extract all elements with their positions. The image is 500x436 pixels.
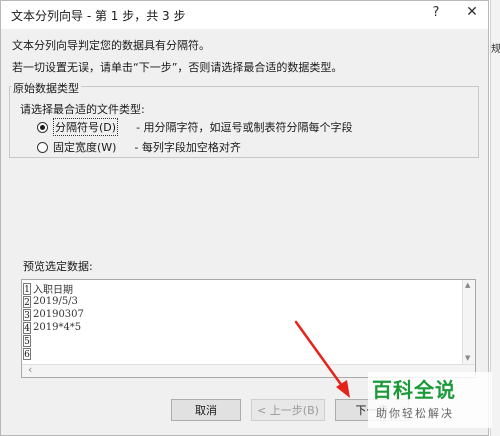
- row-number: 1: [23, 282, 31, 295]
- preview-vertical-scrollbar[interactable]: ▲ ▼: [462, 280, 475, 366]
- preview-row: 4 2019*4*5: [22, 321, 81, 334]
- fixed-width-option[interactable]: 固定宽度(W) - 每列字段加空格对齐: [37, 139, 241, 155]
- dialog-title: 文本分列向导 - 第 1 步，共 3 步: [11, 9, 186, 23]
- preview-row: 2 2019/5/3: [22, 295, 78, 308]
- delimited-description: - 用分隔字符，如逗号或制表符分隔每个字段: [136, 121, 353, 134]
- radio-button-checked[interactable]: [37, 121, 48, 133]
- preview-pane[interactable]: 1 入职日期 2 2019/5/3 3 20190307 4 2019*4*5 …: [21, 279, 476, 378]
- watermark-title: 百科全说: [372, 378, 456, 402]
- close-button[interactable]: ✕: [463, 4, 481, 22]
- back-button[interactable]: < 上一步(B): [251, 399, 325, 421]
- scroll-up-icon[interactable]: ▲: [465, 281, 470, 289]
- row-text: 2019/5/3: [33, 296, 78, 307]
- watermark: 百科全说 助你轻松解决: [368, 372, 492, 428]
- fixed-width-description: - 每列字段加空格对齐: [134, 141, 241, 154]
- scroll-down-icon[interactable]: ▼: [465, 354, 470, 362]
- radio-button-unchecked[interactable]: [37, 141, 48, 153]
- preview-row: 6: [22, 347, 33, 360]
- dialog-titlebar: 文本分列向导 - 第 1 步，共 3 步 ? ✕: [1, 1, 488, 29]
- row-number: 2: [23, 295, 31, 308]
- text-to-columns-dialog: 文本分列向导 - 第 1 步，共 3 步 ? ✕ 文本分列向导判定您的数据具有分…: [0, 0, 489, 436]
- spreadsheet-background: 规: [490, 0, 500, 436]
- row-number: 3: [23, 308, 31, 321]
- preview-row: 1 入职日期: [22, 282, 73, 296]
- delimited-option[interactable]: 分隔符号(D) - 用分隔字符，如逗号或制表符分隔每个字段: [37, 118, 353, 136]
- help-button[interactable]: ?: [427, 5, 445, 23]
- row-text: 入职日期: [33, 285, 73, 296]
- row-number: 5: [23, 334, 31, 347]
- preview-label: 预览选定数据:: [23, 260, 93, 273]
- wizard-description-line1: 文本分列向导判定您的数据具有分隔符。: [12, 39, 210, 52]
- fixed-width-label[interactable]: 固定宽度(W): [53, 139, 116, 155]
- row-text: 2019*4*5: [33, 322, 82, 333]
- column-header-glyph: 规: [491, 44, 500, 55]
- row-number: 4: [23, 321, 31, 334]
- file-type-prompt: 请选择最合适的文件类型:: [20, 103, 145, 116]
- wizard-description-line2: 若一切设置无误，请单击“下一步”，否则请选择最合适的数据类型。: [12, 61, 343, 74]
- delimited-label[interactable]: 分隔符号(D): [53, 118, 119, 136]
- original-data-type-title: 原始数据类型: [11, 80, 81, 96]
- preview-row: 3 20190307: [22, 308, 84, 321]
- row-number: 6: [23, 347, 31, 360]
- scroll-left-icon[interactable]: ‹: [28, 363, 32, 376]
- preview-row: 5: [22, 334, 33, 347]
- cancel-button[interactable]: 取消: [171, 399, 241, 421]
- row-text: 20190307: [33, 309, 84, 320]
- watermark-subtitle: 助你轻松解决: [376, 407, 454, 420]
